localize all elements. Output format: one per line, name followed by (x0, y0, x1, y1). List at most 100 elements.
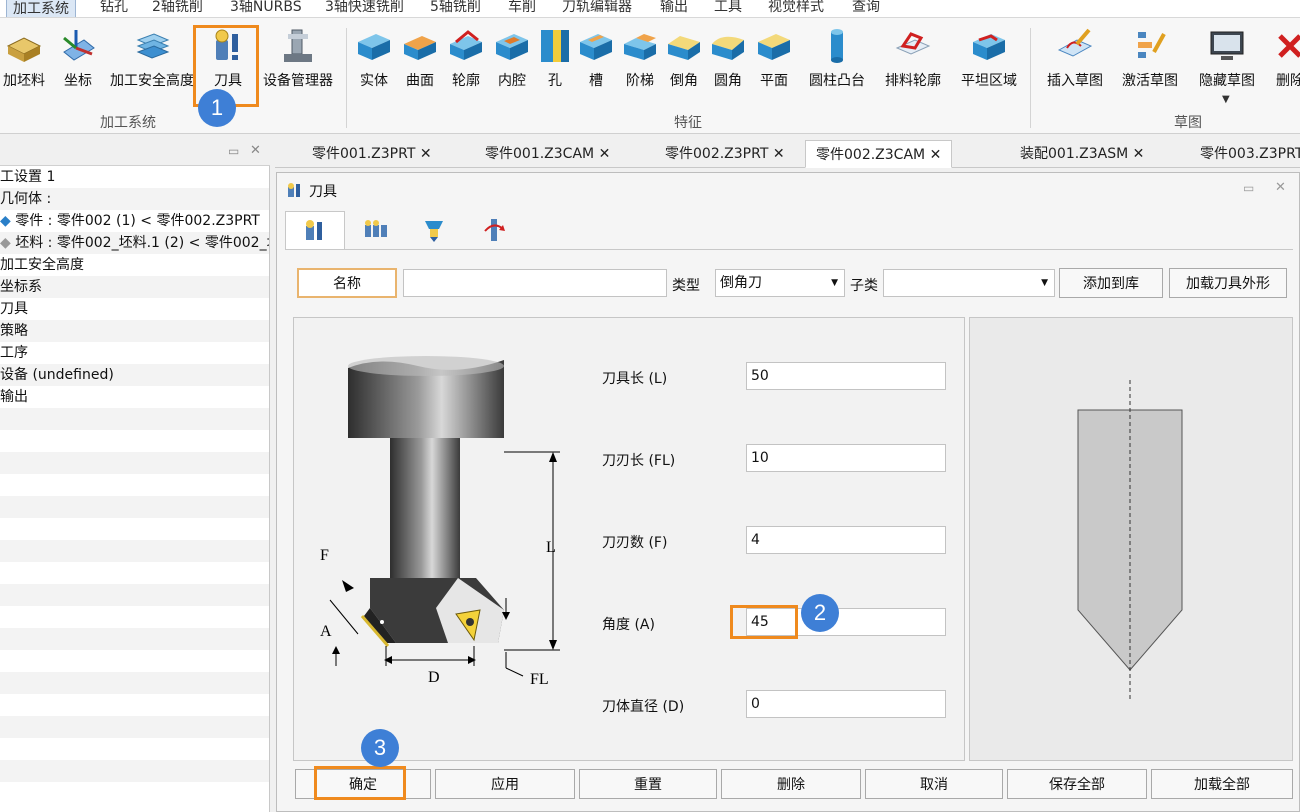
menu-visual-style[interactable]: 视觉样式 (768, 0, 824, 16)
plane-feature-button[interactable]: 平面 (754, 18, 794, 110)
tool-params-icon (306, 220, 322, 240)
tree-item[interactable]: 工序 (0, 342, 269, 364)
close-icon[interactable]: ✕ (1275, 180, 1286, 195)
menu-query[interactable]: 查询 (852, 0, 880, 16)
safe-height-button[interactable]: 加工安全高度 (106, 18, 198, 110)
load-all-button[interactable]: 加载全部 (1151, 769, 1293, 799)
tree-item[interactable]: 坐标系 (0, 276, 269, 298)
close-icon[interactable]: ✕ (773, 146, 785, 162)
tree-item[interactable]: 工设置 1 (0, 166, 269, 188)
delete-sketch-button[interactable]: 删除 (1270, 18, 1300, 110)
tab-part001-cam[interactable]: 零件001.Z3CAM ✕ (485, 140, 610, 168)
tree-item[interactable]: 几何体 : (0, 188, 269, 210)
menu-machining-system[interactable]: 加工系统 (6, 0, 76, 17)
close-icon[interactable]: ✕ (930, 147, 942, 163)
menu-toolpath-editor[interactable]: 刀轨编辑器 (562, 0, 632, 16)
flute-length-input[interactable]: 10 (746, 444, 946, 472)
menu-tools[interactable]: 工具 (714, 0, 742, 16)
add-stock-button[interactable]: 加坯料 (0, 18, 48, 110)
pocket-feature-button[interactable]: 内腔 (492, 18, 532, 110)
tree-item[interactable]: 输出 (0, 386, 269, 408)
menu-output[interactable]: 输出 (660, 0, 688, 16)
empty-row (0, 694, 269, 716)
tab-part003-prt[interactable]: 零件003.Z3PRT (1200, 140, 1300, 168)
device-manager-icon (284, 29, 312, 62)
save-all-button[interactable]: 保存全部 (1007, 769, 1147, 799)
name-input[interactable] (403, 269, 667, 297)
body-diameter-label: 刀体直径 (D) (602, 699, 685, 715)
close-icon[interactable]: ✕ (250, 143, 261, 158)
insert-sketch-button[interactable]: 插入草图 (1040, 18, 1110, 110)
menu-turning[interactable]: 车削 (508, 0, 536, 16)
delete-icon (1278, 34, 1300, 58)
tree-item-part[interactable]: ◆ 零件 : 零件002 (1) < 零件002.Z3PRT (0, 210, 269, 232)
cancel-button[interactable]: 取消 (865, 769, 1003, 799)
safe-height-icon (136, 33, 170, 59)
flute-count-label: 刀刃数 (F) (602, 535, 668, 551)
solid-feature-button[interactable]: 实体 (354, 18, 394, 110)
load-tool-shape-button[interactable]: 加载刀具外形 (1169, 268, 1287, 298)
type-select[interactable]: 倒角刀 ▼ (715, 269, 845, 297)
tree-item[interactable]: 策略 (0, 320, 269, 342)
tab-assembly001[interactable]: 装配001.Z3ASM ✕ (1020, 140, 1144, 168)
apply-button[interactable]: 应用 (435, 769, 575, 799)
surface-icon (404, 36, 436, 60)
restore-icon[interactable]: ▭ (228, 144, 239, 158)
flute-count-input[interactable]: 4 (746, 526, 946, 554)
step-icon (624, 34, 656, 60)
chevron-down-icon[interactable]: ▼ (1222, 94, 1230, 105)
empty-row (0, 540, 269, 562)
tab-tool-shape[interactable] (409, 211, 461, 249)
subtype-select[interactable]: ▼ (883, 269, 1055, 297)
reset-button[interactable]: 重置 (579, 769, 717, 799)
chamfer-feature-button[interactable]: 倒角 (664, 18, 704, 110)
tool-length-input[interactable]: 50 (746, 362, 946, 390)
tree-item[interactable]: 刀具 (0, 298, 269, 320)
menu-3axis-fast[interactable]: 3轴快速铣削 (325, 0, 404, 16)
empty-row (0, 606, 269, 628)
menu-3axis-nurbs[interactable]: 3轴NURBS (230, 0, 302, 16)
chevron-down-icon: ▼ (831, 278, 838, 288)
flat-area-button[interactable]: 平坦区域 (956, 18, 1022, 110)
tree-item-stock[interactable]: ◆ 坯料 : 零件002_坯料.1 (2) < 零件002_坯 (0, 232, 269, 254)
tree-item[interactable]: 加工安全高度 (0, 254, 269, 276)
close-icon[interactable]: ✕ (1133, 146, 1145, 162)
delete-button[interactable]: 删除 (721, 769, 861, 799)
hole-icon (541, 30, 569, 62)
tree-item[interactable]: 设备 (undefined) (0, 364, 269, 386)
step-badge-3: 3 (361, 729, 399, 767)
nesting-profile-button[interactable]: 排料轮廓 (880, 18, 946, 110)
hole-feature-button[interactable]: 孔 (538, 18, 572, 110)
activate-sketch-button[interactable]: 激活草图 (1118, 18, 1182, 110)
step-feature-button[interactable]: 阶梯 (620, 18, 660, 110)
cylinder-boss-button[interactable]: 圆柱凸台 (804, 18, 870, 110)
device-manager-button[interactable]: 设备管理器 (258, 18, 338, 110)
menu-5axis[interactable]: 5轴铣削 (430, 0, 481, 16)
menu-drilling[interactable]: 钻孔 (100, 0, 128, 16)
diagram-label-FL: FL (530, 671, 549, 688)
close-icon[interactable]: ✕ (420, 146, 432, 162)
step-badge-1: 1 (198, 89, 236, 127)
pin-icon[interactable]: ▭ (1243, 181, 1254, 195)
surface-feature-button[interactable]: 曲面 (400, 18, 440, 110)
profile-feature-button[interactable]: 轮廓 (446, 18, 486, 110)
empty-row (0, 672, 269, 694)
ok-button-highlight (314, 766, 406, 800)
dialog-title: 刀具 (309, 184, 337, 200)
tab-part001-prt[interactable]: 零件001.Z3PRT ✕ (312, 140, 432, 168)
tool-preview-panel (969, 317, 1293, 761)
tool-dialog: 刀具 ▭ ✕ 名称 类型 倒角刀 ▼ 子类 ▼ 添加到库 加载刀具外形 L FL… (276, 172, 1300, 812)
add-to-library-button[interactable]: 添加到库 (1059, 268, 1163, 298)
menu-2axis[interactable]: 2轴铣削 (152, 0, 203, 16)
tab-tool-speed[interactable] (469, 211, 521, 249)
tab-part002-cam[interactable]: 零件002.Z3CAM ✕ (805, 140, 953, 168)
name-button[interactable]: 名称 (297, 268, 397, 298)
fillet-feature-button[interactable]: 圆角 (708, 18, 748, 110)
slot-feature-button[interactable]: 槽 (576, 18, 616, 110)
tab-part002-prt[interactable]: 零件002.Z3PRT ✕ (665, 140, 785, 168)
tab-tool-params[interactable] (285, 211, 345, 249)
tab-tool-holder[interactable] (351, 211, 403, 249)
close-icon[interactable]: ✕ (599, 146, 611, 162)
body-diameter-input[interactable]: 0 (746, 690, 946, 718)
coordinate-button[interactable]: 坐标 (56, 18, 100, 110)
